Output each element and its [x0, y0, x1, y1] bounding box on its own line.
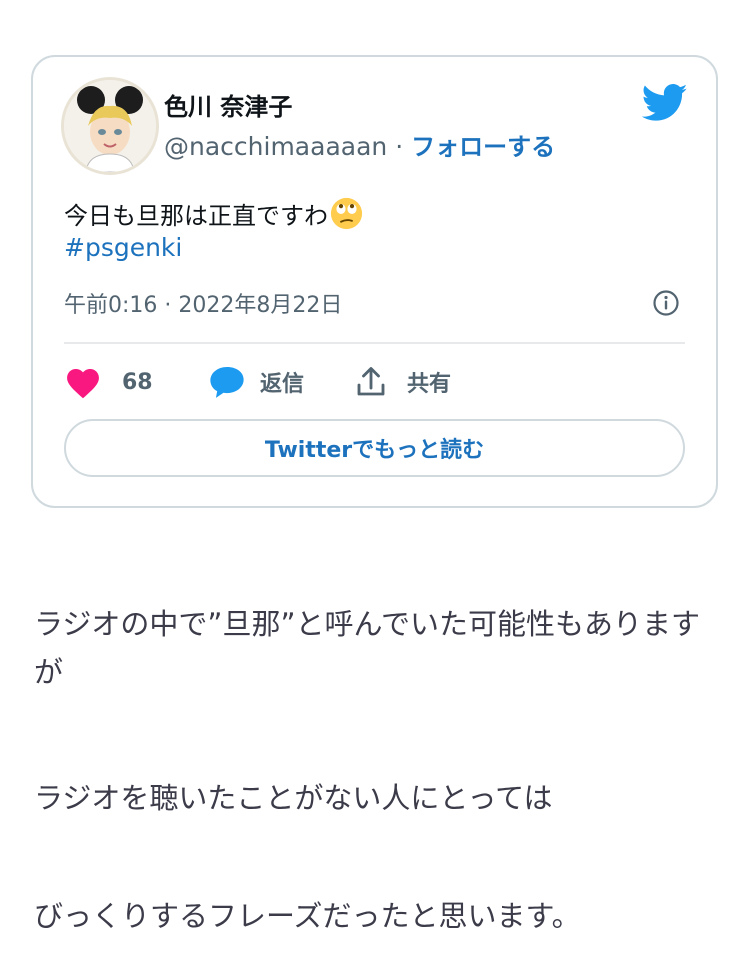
share-label: 共有 [407, 372, 452, 397]
tweet-divider [64, 342, 685, 344]
reply-button[interactable]: 返信 [208, 362, 304, 402]
like-count: 68 [122, 369, 153, 395]
like-button[interactable]: 68 [64, 362, 153, 402]
tweet-body: 今日も旦那は正直ですわ [64, 202, 328, 230]
embedded-tweet-card: 色川 奈津子 @nacchimaaaaan · フォローする 今日も旦那は正直で… [31, 55, 718, 508]
user-handle[interactable]: @nacchimaaaaan [164, 132, 387, 161]
face-with-rolling-eyes-icon [330, 197, 363, 230]
display-name[interactable]: 色川 奈津子 [164, 87, 292, 122]
share-button[interactable]: 共有 [353, 362, 451, 402]
twitter-bird-icon[interactable] [642, 83, 688, 123]
avatar-illustration [64, 80, 156, 172]
heart-icon [67, 369, 99, 399]
handle-line: @nacchimaaaaan · フォローする [164, 127, 555, 162]
handle-separator: · [387, 132, 412, 161]
follow-button[interactable]: フォローする [411, 133, 555, 161]
article-paragraph: ラジオの中で”旦那”と呼んでいた可能性もありますが [34, 607, 701, 689]
hashtag-link[interactable]: #psgenki [64, 233, 182, 262]
share-upload-icon [357, 367, 385, 396]
article-paragraph: びっくりするフレーズだったと思います。 [34, 899, 581, 933]
info-icon[interactable] [652, 289, 680, 317]
user-avatar[interactable] [64, 80, 156, 172]
article-paragraph: ラジオを聴いたことがない人にとっては [34, 781, 553, 815]
tweet-timestamp[interactable]: 午前0:16 · 2022年8月22日 [64, 287, 342, 319]
reply-bubble-icon [210, 366, 244, 398]
read-more-on-twitter-button[interactable]: Twitterでもっと読む [64, 419, 685, 477]
tweet-text: 今日も旦那は正直ですわ [64, 197, 363, 233]
reply-label: 返信 [260, 372, 305, 397]
